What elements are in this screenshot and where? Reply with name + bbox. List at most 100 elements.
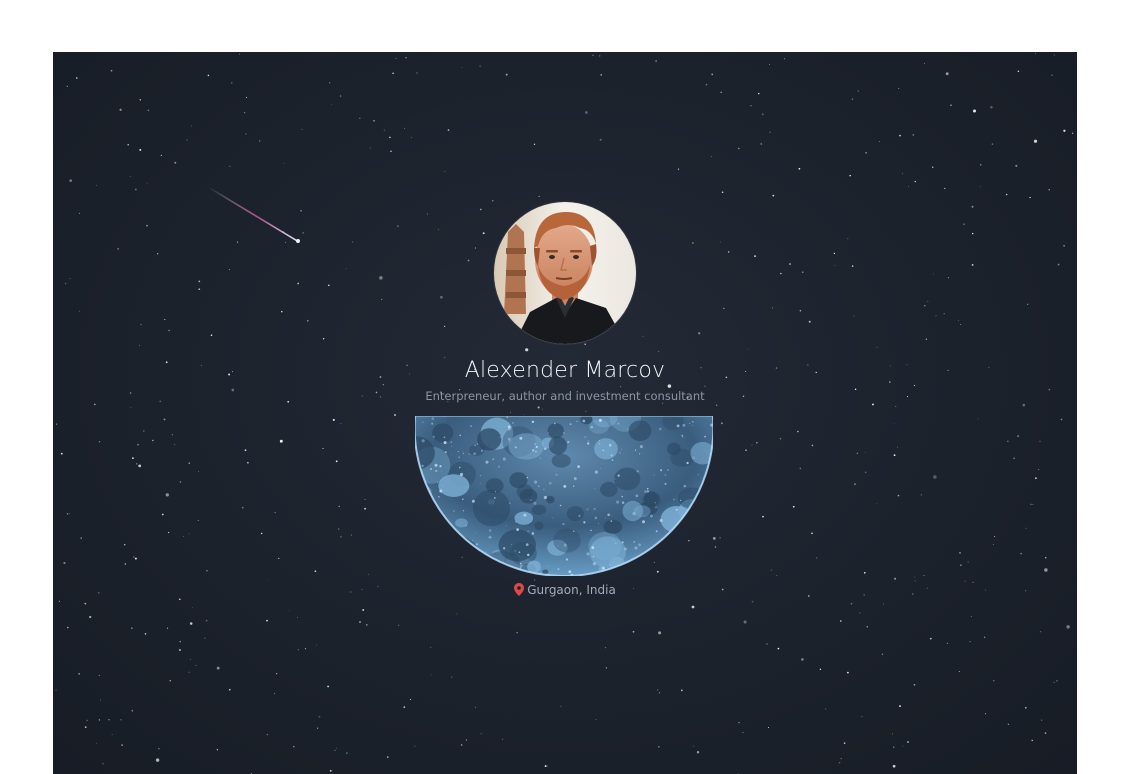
moon-speck	[618, 451, 621, 454]
moon-crater	[534, 521, 544, 531]
moon-speck	[488, 536, 490, 538]
moon-crater	[548, 436, 567, 455]
moon-speck	[636, 470, 639, 473]
moon-crater	[632, 560, 650, 575]
moon-speck	[505, 525, 507, 527]
moon-speck	[689, 423, 691, 425]
moon-speck	[450, 565, 453, 569]
moon-speck	[503, 547, 506, 550]
moon-speck	[417, 520, 419, 522]
moon-speck	[543, 488, 545, 490]
moon-speck	[432, 435, 435, 439]
moon-crater	[703, 546, 713, 558]
moon-speck	[458, 456, 460, 458]
shooting-star	[207, 186, 300, 243]
moon-speck	[653, 474, 655, 476]
moon-speck	[600, 468, 602, 469]
moon-speck	[684, 550, 687, 553]
moon-speck	[508, 440, 510, 442]
moon-speck	[592, 555, 595, 558]
moon-speck	[650, 514, 653, 518]
moon-speck	[514, 520, 517, 523]
moon-speck	[510, 544, 512, 546]
moon-speck	[532, 449, 535, 452]
moon-speck	[502, 457, 506, 461]
moon-speck	[454, 545, 457, 548]
moon-speck	[621, 495, 623, 498]
moon-crater	[622, 500, 644, 522]
moon-speck	[639, 445, 643, 449]
moon-speck	[431, 422, 434, 425]
moon-speck	[435, 556, 439, 560]
moon-speck	[453, 510, 455, 512]
moon-speck	[548, 565, 549, 567]
moon-crater	[637, 561, 665, 576]
moon-speck	[616, 500, 620, 504]
moon-speck	[559, 504, 562, 507]
moon-crater	[628, 420, 652, 441]
moon-speck	[473, 452, 476, 455]
moon-crater	[472, 489, 511, 527]
moon-speck	[594, 470, 598, 474]
moon-speck	[475, 532, 477, 534]
moon-speck	[573, 477, 577, 481]
profile-tagline: Enterpreneur, author and investment cons…	[425, 389, 705, 403]
moon-speck	[552, 517, 554, 519]
map-pin-icon	[514, 583, 525, 599]
moon-speck	[626, 428, 629, 431]
moon-speck	[617, 474, 620, 477]
moon-speck	[508, 502, 511, 505]
moon-speck	[421, 464, 424, 468]
moon-speck	[698, 519, 701, 522]
moon-speck	[547, 432, 549, 434]
moon-speck	[493, 497, 496, 499]
moon-speck	[592, 562, 596, 566]
moon-speck	[526, 476, 529, 479]
moon-speck	[590, 529, 592, 532]
moon-speck	[557, 568, 560, 571]
moon-speck	[622, 571, 624, 573]
moon-speck	[537, 485, 540, 488]
moon-speck	[462, 498, 464, 501]
moon-crater	[566, 506, 584, 522]
moon-speck	[471, 539, 473, 542]
moon-speck	[519, 436, 523, 440]
moon-crater	[670, 448, 694, 467]
starry-background: Alexender Marcov Enterpreneur, author an…	[53, 52, 1077, 774]
moon-speck	[690, 512, 693, 515]
moon-speck	[565, 558, 569, 561]
moon-speck	[431, 528, 434, 530]
moon-speck	[612, 539, 614, 541]
moon-speck	[523, 513, 527, 517]
moon-speck	[573, 530, 575, 532]
moon-speck	[485, 551, 487, 553]
moon-speck	[442, 485, 444, 487]
moon-crater	[594, 438, 618, 460]
moon-speck	[465, 525, 467, 528]
moon-speck	[488, 529, 492, 532]
moon-speck	[583, 521, 586, 524]
moon-speck	[471, 499, 475, 503]
moon-speck	[568, 570, 572, 573]
moon-speck	[610, 454, 613, 457]
moon-speck	[527, 530, 530, 533]
moon-speck	[635, 494, 639, 498]
moon-crater	[546, 495, 555, 504]
moon-speck	[642, 520, 645, 524]
moon-speck	[518, 551, 521, 554]
moon-crater	[440, 536, 479, 573]
moon-speck	[441, 570, 444, 573]
moon-speck	[451, 445, 453, 447]
moon-speck	[696, 550, 699, 553]
moon-crater	[677, 487, 708, 509]
location-row: Gurgaon, India	[365, 583, 765, 599]
location-text: Gurgaon, India	[527, 583, 616, 597]
moon-speck	[441, 470, 443, 472]
moon-crater	[690, 531, 710, 550]
moon-speck	[598, 440, 600, 442]
moon-crater	[531, 504, 547, 515]
moon-speck	[667, 469, 669, 471]
moon-speck	[700, 547, 703, 550]
moon-crater	[542, 569, 549, 574]
moon-speck	[459, 472, 464, 477]
